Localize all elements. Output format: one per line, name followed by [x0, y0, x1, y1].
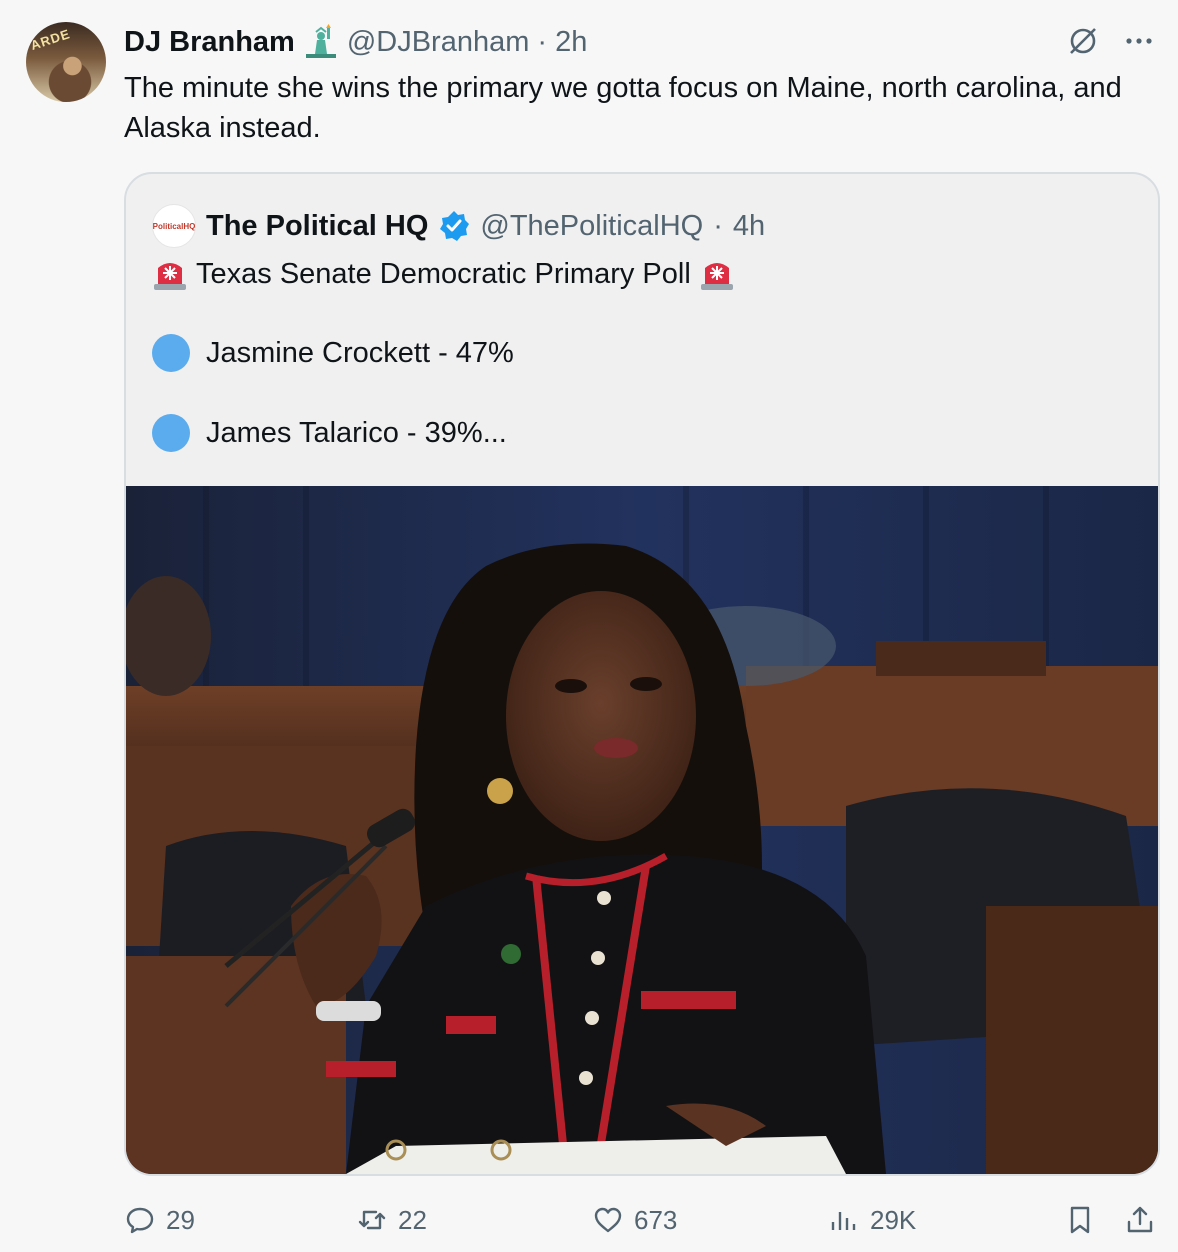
action-bar: 29 22 673 29K — [124, 1196, 1164, 1244]
quoted-avatar-text: PoliticalHQ — [152, 221, 196, 231]
analytics-icon — [831, 1212, 856, 1230]
repost-icon — [358, 1210, 386, 1230]
separator-dot: · — [537, 25, 548, 58]
tweet-header: DJ Branham @DJBranham · 2h — [124, 22, 587, 62]
quoted-tweet-image[interactable] — [126, 486, 1158, 1174]
siren-emoji-icon — [154, 263, 186, 290]
bookmark-icon — [1070, 1206, 1090, 1234]
quoted-tweet-header: PoliticalHQ The Political HQ @ThePolitic… — [152, 204, 765, 248]
author-name[interactable]: DJ Branham — [124, 26, 295, 59]
quoted-poll-line: James Talarico - 39%... — [152, 414, 507, 452]
heart-icon — [594, 1207, 622, 1233]
views-button[interactable]: 29K — [828, 1196, 916, 1244]
reply-button[interactable]: 29 — [124, 1196, 195, 1244]
author-avatar[interactable]: ARDE — [26, 22, 106, 102]
avatar-sign-text: ARDE — [28, 26, 73, 53]
quoted-author-handle[interactable]: @ThePoliticalHQ — [480, 210, 703, 243]
tweet-text: The minute she wins the primary we gotta… — [124, 72, 1122, 144]
quoted-author-name[interactable]: The Political HQ — [206, 210, 428, 243]
share-button[interactable] — [1124, 1196, 1156, 1244]
like-count: 673 — [634, 1204, 678, 1235]
statue-of-liberty-emoji-icon — [305, 24, 336, 58]
reply-count: 29 — [166, 1204, 195, 1235]
quoted-headline-line: Texas Senate Democratic Primary Poll — [152, 256, 735, 292]
poll-line-text: James Talarico - 39%... — [206, 416, 507, 449]
hearing-photo — [126, 486, 1158, 1174]
share-icon — [1127, 1206, 1153, 1233]
repost-button[interactable]: 22 — [356, 1196, 427, 1244]
grok-icon[interactable] — [1066, 24, 1100, 58]
siren-emoji-icon — [700, 263, 733, 290]
top-actions — [1066, 24, 1156, 58]
quoted-tweet-time[interactable]: 4h — [733, 210, 765, 243]
quoted-separator-dot: · — [713, 209, 723, 242]
quoted-author-avatar[interactable]: PoliticalHQ — [152, 204, 196, 248]
poll-line-text: Jasmine Crockett - 47% — [206, 336, 514, 369]
like-button[interactable]: 673 — [592, 1196, 677, 1244]
quoted-tweet[interactable]: PoliticalHQ The Political HQ @ThePolitic… — [124, 172, 1160, 1176]
repost-count: 22 — [398, 1204, 427, 1235]
blue-circle-emoji-icon — [152, 334, 190, 372]
blue-circle-emoji-icon — [152, 414, 190, 452]
views-count: 29K — [870, 1204, 917, 1235]
verified-badge-icon — [440, 211, 470, 241]
quoted-poll-line: Jasmine Crockett - 47% — [152, 334, 514, 372]
tweet-time[interactable]: 2h — [555, 26, 587, 59]
quoted-headline: Texas Senate Democratic Primary Poll — [196, 257, 691, 290]
bookmark-button[interactable] — [1064, 1196, 1096, 1244]
reply-icon — [126, 1207, 154, 1234]
author-handle[interactable]: @DJBranham — [347, 26, 530, 59]
more-options-icon[interactable] — [1122, 24, 1156, 58]
